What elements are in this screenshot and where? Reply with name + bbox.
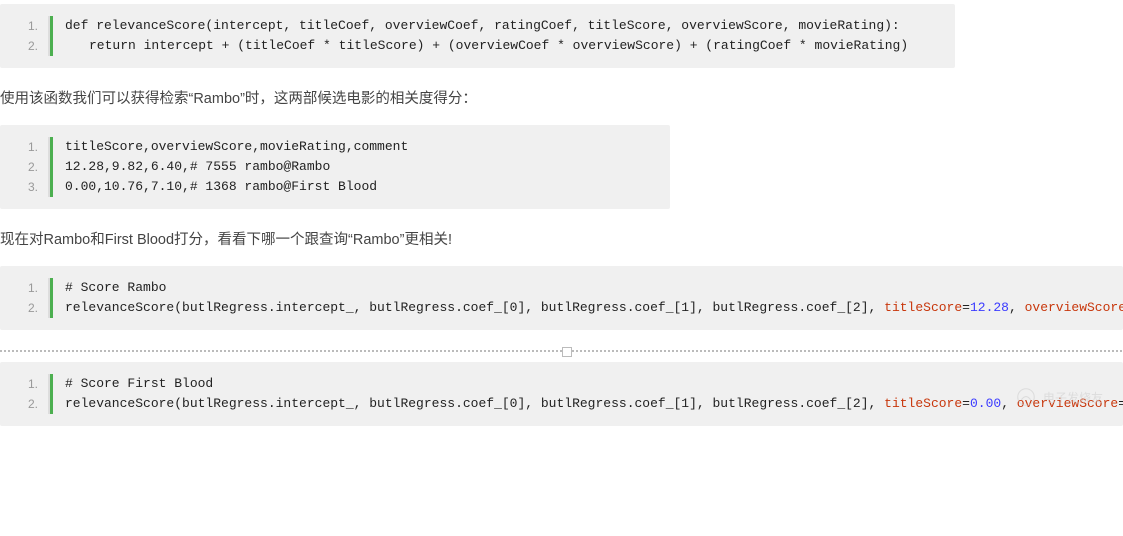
line-number: 2.: [0, 157, 38, 177]
code-block-4: 1. 2. # Score First Blood relevanceScore…: [0, 362, 1123, 426]
number-literal: 12.28: [970, 300, 1009, 315]
line-number: 1.: [0, 278, 38, 298]
named-arg: overviewScore: [1017, 396, 1118, 411]
code-block-1: 1. 2. def relevanceScore(intercept, titl…: [0, 4, 955, 68]
code-line: def relevanceScore(intercept, titleCoef,…: [65, 16, 955, 36]
line-number-gutter: 1. 2.: [0, 374, 50, 414]
code-line: 0.00,10.76,7.10,# 1368 rambo@First Blood: [65, 177, 670, 197]
prose-text: 使用该函数我们可以获得检索“Rambo”时，这两部候选电影的相关度得分：: [0, 88, 1123, 111]
code-block-2: 1. 2. 3. titleScore,overviewScore,movieR…: [0, 125, 670, 209]
code-line-call: relevanceScore(butlRegress.intercept_, b…: [65, 298, 1123, 318]
line-number: 3.: [0, 177, 38, 197]
number-literal: 0.00: [970, 396, 1001, 411]
line-number: 1.: [0, 137, 38, 157]
code-body: # Score First Blood relevanceScore(butlR…: [50, 374, 1123, 414]
line-number: 2.: [0, 298, 38, 318]
line-number-gutter: 1. 2. 3.: [0, 137, 50, 197]
code-line: 12.28,9.82,6.40,# 7555 rambo@Rambo: [65, 157, 670, 177]
code-block-3: 1. 2. # Score Rambo relevanceScore(butlR…: [0, 266, 1123, 330]
line-number: 2.: [0, 36, 38, 56]
line-number: 1.: [0, 374, 38, 394]
line-number: 2.: [0, 394, 38, 414]
named-arg: titleScore: [884, 396, 962, 411]
code-line: return intercept + (titleCoef * titleSco…: [65, 36, 955, 56]
horizontal-separator: [0, 350, 1123, 352]
code-body: titleScore,overviewScore,movieRating,com…: [50, 137, 670, 197]
line-number-gutter: 1. 2.: [0, 16, 50, 56]
code-line-comment: # Score Rambo: [65, 278, 1123, 298]
line-number-gutter: 1. 2.: [0, 278, 50, 318]
prose-text: 现在对Rambo和First Blood打分，看看下哪一个跟查询“Rambo”更…: [0, 229, 1123, 252]
code-body: # Score Rambo relevanceScore(butlRegress…: [50, 278, 1123, 318]
code-line-call: relevanceScore(butlRegress.intercept_, b…: [65, 394, 1123, 414]
code-line: titleScore,overviewScore,movieRating,com…: [65, 137, 670, 157]
named-arg: titleScore: [884, 300, 962, 315]
code-body: def relevanceScore(intercept, titleCoef,…: [50, 16, 955, 56]
line-number: 1.: [0, 16, 38, 36]
named-arg: overviewScore: [1025, 300, 1123, 315]
code-line-comment: # Score First Blood: [65, 374, 1123, 394]
